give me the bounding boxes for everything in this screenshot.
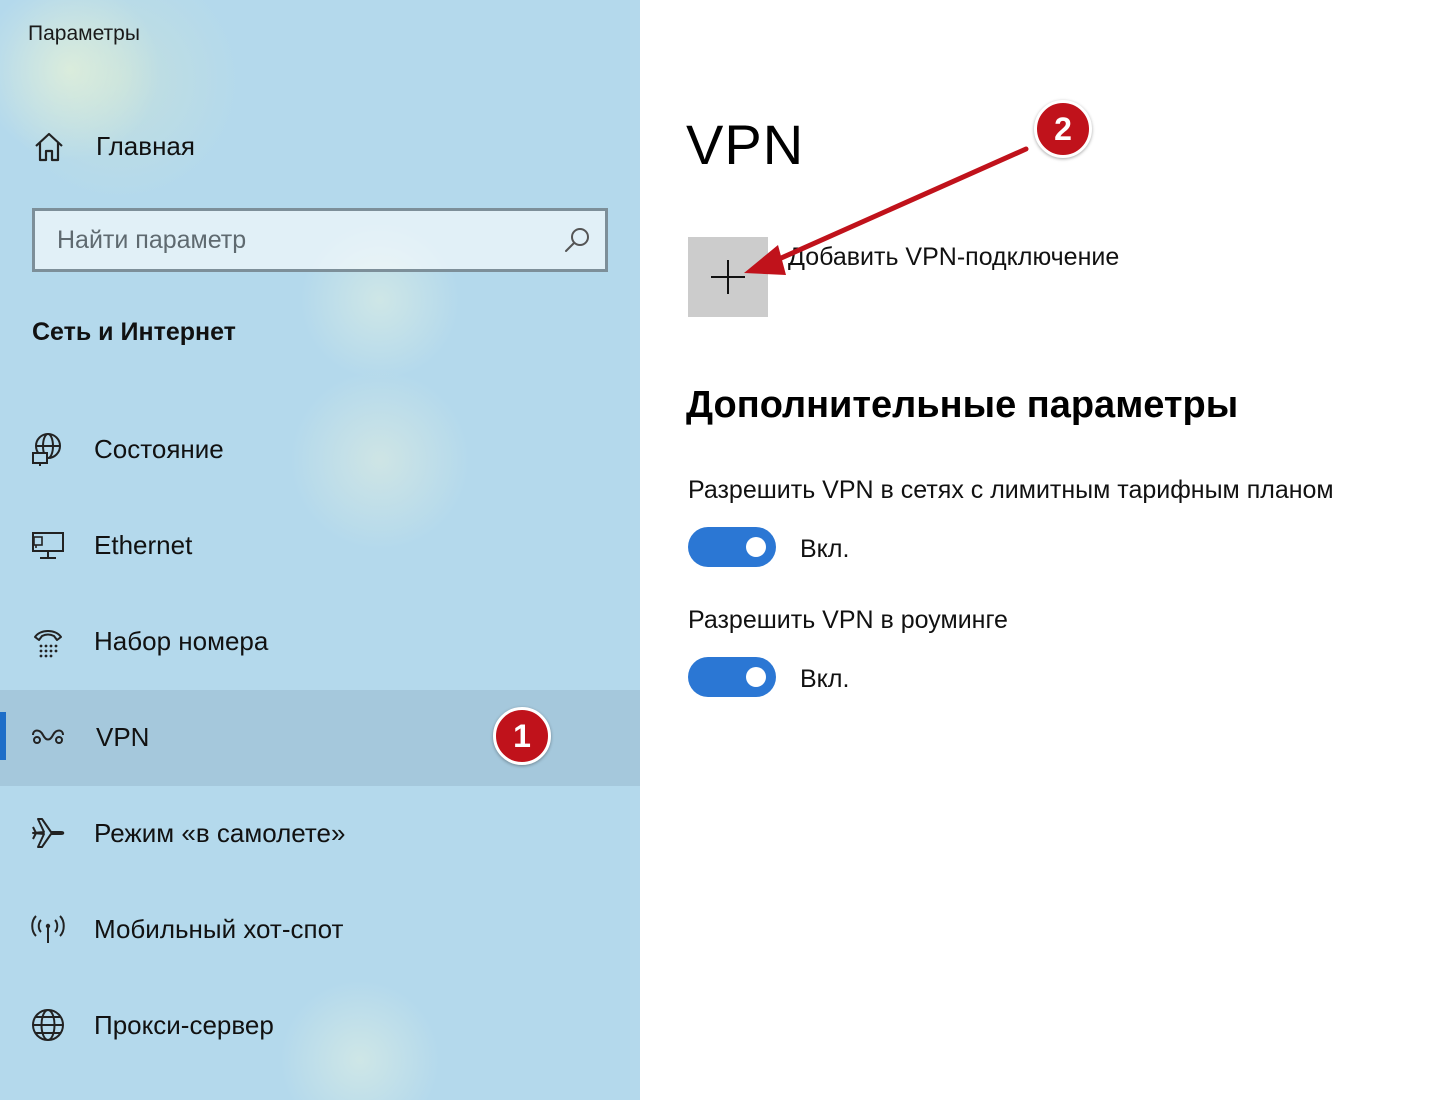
sidebar-item-label: Прокси-сервер (94, 1010, 274, 1040)
dialup-phone-icon (34, 630, 62, 658)
hotspot-icon (31, 915, 65, 943)
home-icon (35, 132, 63, 162)
toggle-knob (746, 667, 766, 687)
toggle-state-label: Вкл. (800, 665, 850, 693)
sidebar-item-mobile-hotspot[interactable]: Мобильный хот-спот (0, 882, 640, 978)
toggle-metered-vpn[interactable] (688, 527, 776, 567)
sidebar-item-dialup[interactable]: Набор номера (0, 594, 640, 690)
sidebar-item-label: Мобильный хот-спот (94, 914, 344, 944)
airplane-icon (32, 818, 65, 848)
annotation-badge-1: 1 (493, 707, 551, 765)
sidebar-item-status[interactable]: Состояние (0, 402, 640, 498)
add-vpn-label[interactable]: Добавить VPN-подключение (788, 243, 1119, 272)
advanced-settings-title: Дополнительные параметры (686, 384, 1239, 426)
sidebar-item-label: Ethernet (94, 530, 193, 560)
sidebar-item-proxy[interactable]: Прокси-сервер (0, 978, 640, 1074)
toggle-state-label: Вкл. (800, 535, 850, 563)
sidebar-item-ethernet[interactable]: Ethernet (0, 498, 640, 594)
sidebar-item-label: Состояние (94, 434, 224, 464)
setting-label-metered: Разрешить VPN в сетях с лимитным тарифны… (688, 476, 1334, 504)
sidebar-item-label: Главная (96, 131, 195, 161)
sidebar-item-label: Набор номера (94, 626, 269, 656)
search-box[interactable] (32, 208, 608, 272)
vpn-icon (32, 729, 64, 744)
sidebar-item-home[interactable]: Главная (0, 118, 640, 176)
plus-icon (711, 260, 745, 294)
globe-icon (32, 1009, 64, 1041)
sidebar-item-vpn[interactable]: VPN 1 (0, 690, 640, 786)
ethernet-monitor-icon (32, 532, 64, 559)
selection-indicator (0, 712, 6, 760)
setting-label-roaming: Разрешить VPN в роуминге (688, 606, 1008, 634)
toggle-knob (746, 537, 766, 557)
search-input[interactable] (35, 211, 555, 269)
sidebar-item-airplane-mode[interactable]: Режим «в самолете» (0, 786, 640, 882)
annotation-badge-2: 2 (1034, 100, 1092, 158)
toggle-roaming-vpn[interactable] (688, 657, 776, 697)
app-title: Параметры (28, 22, 140, 45)
add-vpn-connection[interactable]: Добавить VPN-подключение (688, 237, 1208, 317)
search-icon[interactable] (563, 226, 591, 254)
sidebar: Параметры Главная Сеть и Интернет Состоя… (0, 0, 640, 1100)
sidebar-item-label: VPN (96, 722, 150, 752)
page-title: VPN (686, 113, 805, 176)
sidebar-item-label: Режим «в самолете» (94, 818, 346, 848)
add-vpn-button[interactable] (688, 237, 768, 317)
globe-network-icon (32, 433, 61, 466)
section-title: Сеть и Интернет (32, 318, 236, 346)
